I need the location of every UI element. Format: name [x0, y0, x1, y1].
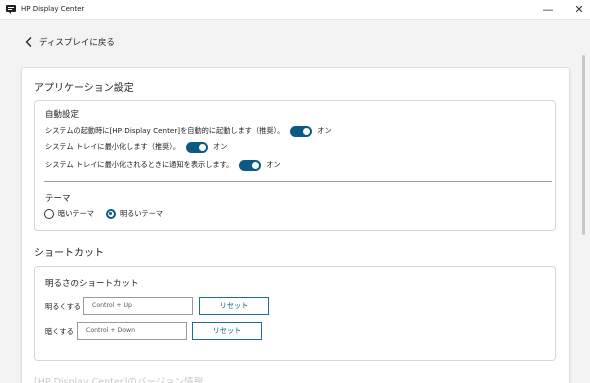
auto-settings-title: 自動設定: [45, 110, 80, 120]
back-label: ディスプレイに戻る: [39, 38, 115, 48]
minimize-button[interactable]: —: [540, 2, 556, 17]
notify-toggle[interactable]: [239, 159, 262, 171]
darken-shortcut-input[interactable]: Control + Down: [77, 322, 187, 340]
brighten-shortcut-input[interactable]: Control + Up: [83, 297, 193, 315]
light-theme-label[interactable]: 明るいテーマ: [120, 209, 163, 219]
divider: [44, 181, 552, 182]
brighten-label: 明るくする: [45, 302, 81, 311]
window-title: HP Display Center: [21, 5, 85, 13]
minimize-tray-toggle[interactable]: [186, 141, 209, 153]
scrollbar[interactable]: [582, 55, 585, 235]
brighten-reset-button[interactable]: リセット: [199, 297, 269, 315]
close-button[interactable]: ✕: [571, 2, 587, 17]
light-theme-radio[interactable]: [105, 209, 116, 219]
toggle-knob: [199, 143, 207, 151]
minimize-tray-state: オン: [213, 142, 228, 151]
notify-state: オン: [266, 160, 281, 169]
setting-autostart-label: システムの起動時に[HP Display Center]を自動的に起動します（推…: [45, 126, 285, 135]
theme-title: テーマ: [45, 194, 71, 204]
darken-label: 暗くする: [45, 327, 74, 336]
setting-minimize-tray: システム トレイに最小化します（推奨）。 オン: [45, 141, 227, 153]
chevron-left-icon: [24, 36, 34, 48]
setting-notify: システム トレイに最小化されるときに通知を表示します。 オン: [45, 159, 281, 171]
version-info-title: [HP Display Center]のバージョン情報: [34, 377, 204, 383]
autostart-toggle[interactable]: [290, 125, 313, 137]
setting-notify-label: システム トレイに最小化されるときに通知を表示します。: [45, 160, 234, 169]
setting-minimize-tray-label: システム トレイに最小化します（推奨）。: [45, 142, 181, 151]
toggle-knob: [303, 127, 311, 135]
app-logo-icon: [6, 5, 16, 14]
dark-theme-radio[interactable]: [44, 209, 54, 219]
brightness-shortcuts-title: 明るさのショートカット: [45, 279, 139, 289]
shortcuts-card: 明るさのショートカット 明るくする Control + Up リセット 暗くする…: [34, 266, 556, 361]
dark-theme-label[interactable]: 暗いテーマ: [58, 209, 94, 219]
autostart-state: オン: [317, 126, 332, 135]
title-bar: HP Display Center — ✕: [0, 0, 590, 20]
app-settings-title: アプリケーション設定: [34, 83, 134, 94]
setting-autostart: システムの起動時に[HP Display Center]を自動的に起動します（推…: [45, 125, 332, 137]
toggle-knob: [252, 161, 260, 169]
back-to-display-link[interactable]: ディスプレイに戻る: [24, 36, 115, 48]
app-settings-card: 自動設定 システムの起動時に[HP Display Center]を自動的に起動…: [34, 100, 556, 231]
darken-reset-button[interactable]: リセット: [192, 322, 262, 340]
shortcuts-title: ショートカット: [34, 248, 104, 259]
theme-options: 暗いテーマ 明るいテーマ: [44, 209, 175, 219]
